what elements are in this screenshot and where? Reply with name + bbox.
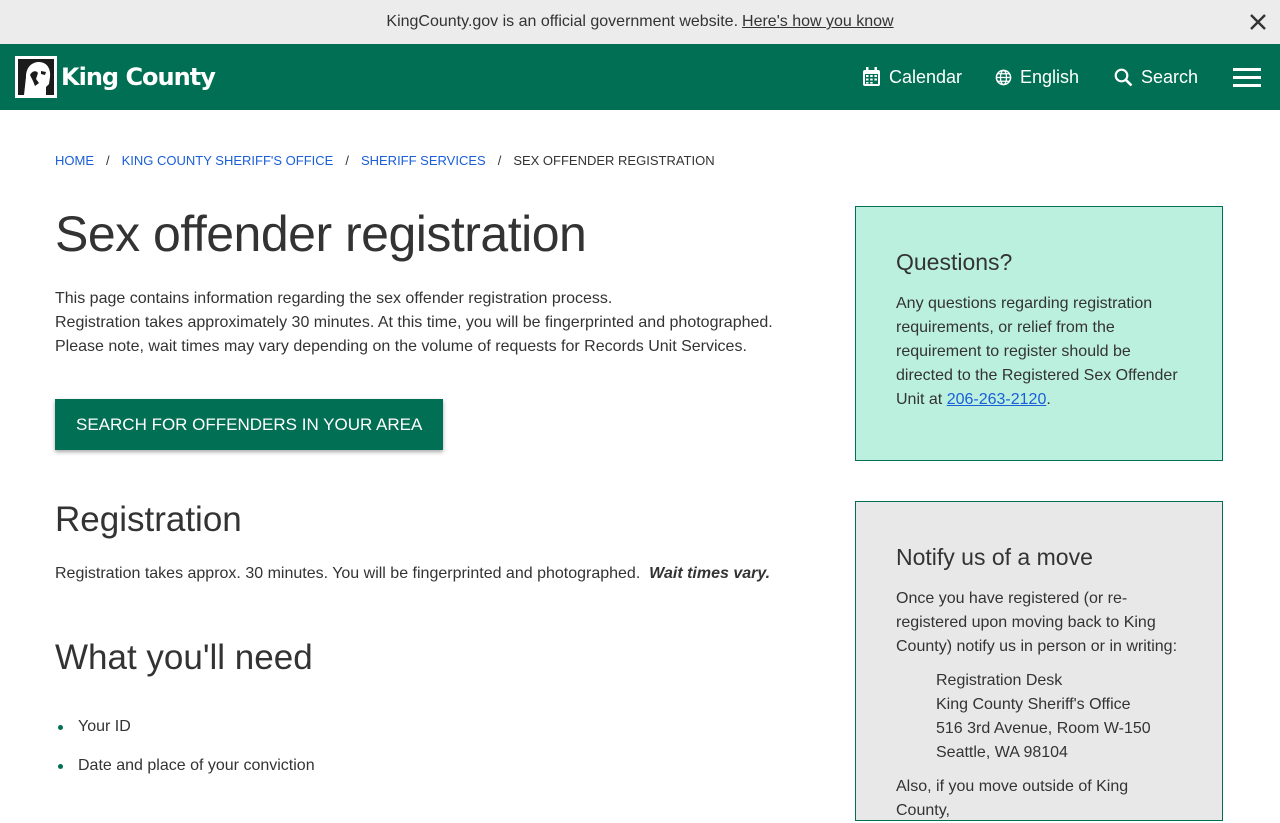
search-icon	[1114, 68, 1133, 86]
page-title: Sex offender registration	[55, 206, 587, 262]
address-line: Seattle, WA 98104	[936, 744, 1068, 761]
notify-move-text: Once you have registered (or re-register…	[896, 590, 1178, 655]
intro-line-2: Registration takes approximately 30 minu…	[55, 314, 773, 355]
address-line: 516 3rd Avenue, Room W-150	[936, 720, 1151, 737]
logo-text: King County	[61, 63, 216, 91]
intro-text: This page contains information regarding…	[55, 287, 815, 359]
hamburger-menu-icon[interactable]	[1233, 68, 1261, 88]
search-offenders-button[interactable]: SEARCH FOR OFFENDERS IN YOUR AREA	[55, 399, 444, 450]
breadcrumb-separator: /	[345, 153, 349, 168]
nav-calendar-label: Calendar	[889, 66, 963, 87]
close-icon[interactable]	[1246, 10, 1270, 34]
official-site-banner: KingCounty.gov is an official government…	[0, 0, 1280, 44]
questions-card: Questions? Any questions regarding regis…	[855, 206, 1223, 461]
notify-move-tail: Also, if you move outside of King County…	[896, 778, 1129, 819]
breadcrumb-current: SEX OFFENDER REGISTRATION	[513, 153, 715, 168]
nav-language-label: English	[1020, 66, 1080, 87]
breadcrumb-home[interactable]: HOME	[55, 153, 94, 168]
wait-times-emphasis: Wait times vary.	[649, 565, 771, 582]
king-county-logo[interactable]: King County	[15, 56, 216, 98]
what-youll-need-heading: What you'll need	[55, 638, 313, 677]
calendar-icon	[863, 67, 880, 86]
list-item: Your ID	[55, 716, 315, 755]
king-county-seal-icon	[15, 56, 57, 98]
address-line: King County Sheriff's Office	[936, 696, 1131, 713]
nav-search-label: Search	[1141, 66, 1199, 87]
registration-body: Registration takes approx. 30 minutes. Y…	[55, 565, 641, 582]
registration-heading: Registration	[55, 500, 242, 539]
registration-address: Registration Desk King County Sheriff's …	[936, 669, 1182, 765]
questions-title: Questions?	[896, 249, 1013, 275]
address-line: Registration Desk	[936, 672, 1063, 689]
breadcrumb-sheriffs-office[interactable]: KING COUNTY SHERIFF'S OFFICE	[122, 153, 334, 168]
nav-search[interactable]: Search	[1114, 64, 1198, 90]
globe-icon	[995, 69, 1012, 85]
intro-line-1: This page contains information regarding…	[55, 290, 613, 307]
questions-text: Any questions regarding registration req…	[896, 292, 1182, 412]
site-header: King County Calendar English Search	[0, 44, 1280, 110]
banner-text: KingCounty.gov is an official government…	[386, 13, 739, 30]
breadcrumb: HOME / KING COUNTY SHERIFF'S OFFICE / SH…	[55, 153, 715, 168]
requirements-list: Your ID Date and place of your convictio…	[55, 716, 315, 794]
registration-text: Registration takes approx. 30 minutes. Y…	[55, 565, 770, 583]
questions-period: .	[1046, 391, 1051, 408]
notify-move-card: Notify us of a move Once you have regist…	[855, 501, 1223, 821]
breadcrumb-separator: /	[106, 153, 110, 168]
notify-move-title: Notify us of a move	[896, 544, 1093, 570]
nav-language[interactable]: English	[995, 64, 1079, 90]
nav-calendar[interactable]: Calendar	[862, 64, 962, 90]
breadcrumb-separator: /	[497, 153, 502, 168]
heres-how-you-know-link[interactable]: Here's how you know	[742, 13, 894, 31]
breadcrumb-sheriff-services[interactable]: SHERIFF SERVICES	[361, 153, 486, 168]
phone-link[interactable]: 206-263-2120	[947, 391, 1047, 408]
list-item: Date and place of your conviction	[55, 755, 315, 794]
